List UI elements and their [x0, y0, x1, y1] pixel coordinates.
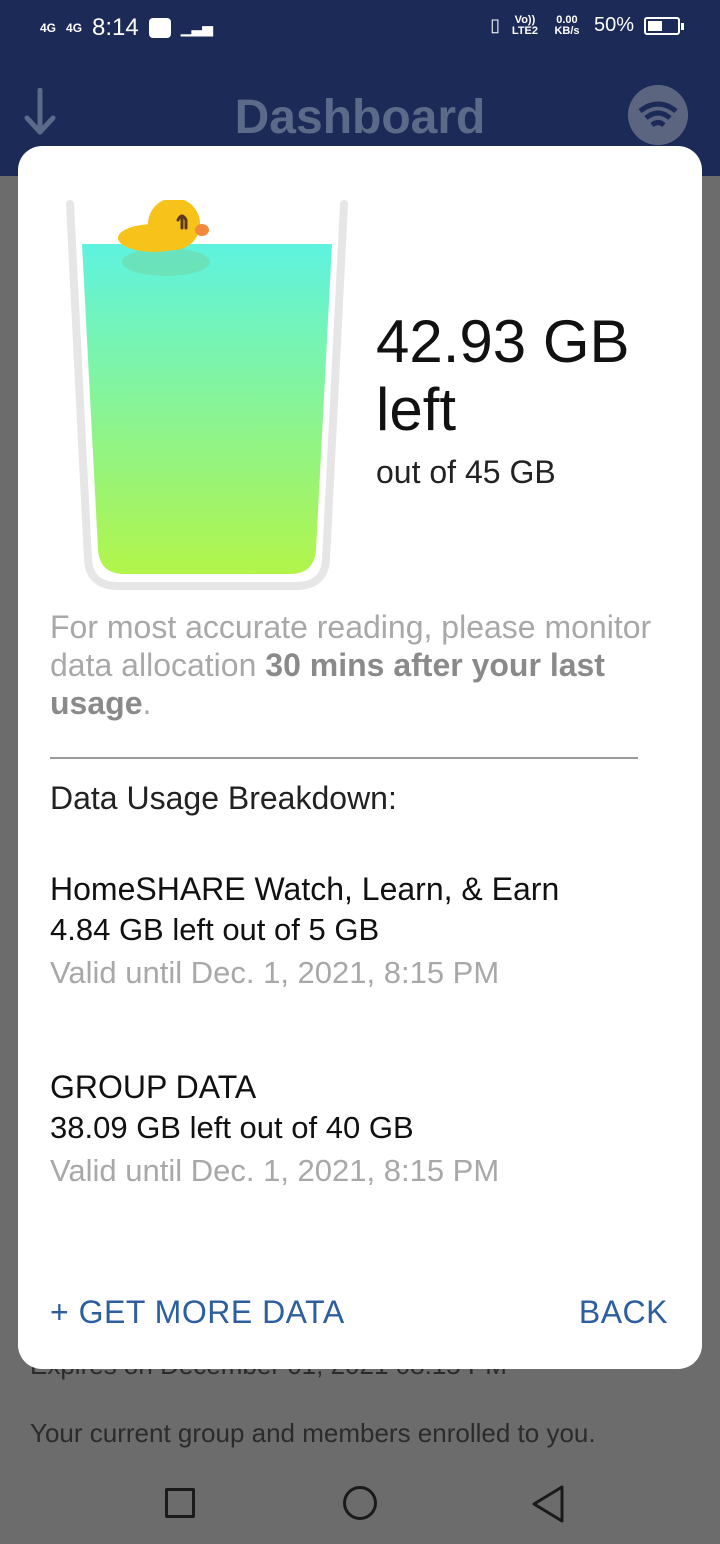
battery-percent: 50%	[593, 14, 634, 36]
data-usage-dialog: 42.93 GB left out of 45 GB For most accu…	[18, 146, 702, 1369]
volte-indicator: Vo)) LTE2	[511, 13, 538, 37]
battery-level	[648, 20, 662, 31]
home-button[interactable]	[343, 1486, 377, 1520]
note-space	[463, 647, 472, 683]
speed-indicator: 0.00 KB/s	[554, 13, 580, 37]
page-title: Dashboard	[234, 91, 486, 144]
plan-validity: Valid until Dec. 1, 2021, 8:15 PM	[50, 955, 500, 990]
group-description: Your current group and members enrolled …	[30, 1418, 596, 1448]
note-end: .	[142, 685, 152, 721]
network-2-indicator: 4G	[66, 21, 83, 35]
status-bar: 4G 4G 8:14 ▁▃▅ ▯ Vo)) LTE2 0.00 KB/s 50%	[0, 0, 720, 58]
signal-icon: ▁▃▅	[180, 19, 214, 36]
get-more-data-button[interactable]: + GET MORE DATA	[50, 1294, 345, 1331]
data-total: out of 45 GB	[376, 454, 556, 490]
plan-name: HomeSHARE Watch, Learn, & Earn	[50, 871, 560, 907]
duck-icon	[118, 200, 210, 276]
mail-icon	[148, 18, 171, 38]
network-1-indicator: 4G	[40, 21, 57, 35]
divider	[50, 757, 638, 759]
plan-usage: 4.84 GB left out of 5 GB	[50, 912, 380, 947]
breakdown-heading: Data Usage Breakdown:	[50, 780, 397, 816]
vibrate-icon: ▯	[490, 15, 500, 35]
plan-name: GROUP DATA	[50, 1069, 257, 1105]
data-glass-illustration	[66, 200, 348, 590]
wifi-settings-icon[interactable]	[628, 85, 688, 145]
plan-usage: 38.09 GB left out of 40 GB	[50, 1110, 414, 1145]
data-remaining: 42.93 GB left	[376, 308, 630, 443]
plan-item: GROUP DATA 38.09 GB left out of 40 GB Va…	[50, 1068, 590, 1194]
accuracy-note: For most accurate reading, please monito…	[50, 608, 660, 722]
back-button[interactable]: BACK	[579, 1294, 668, 1331]
status-right: ▯ Vo)) LTE2 0.00 KB/s 50%	[490, 13, 684, 37]
battery-icon	[644, 16, 684, 35]
plan-item: HomeSHARE Watch, Learn, & Earn 4.84 GB l…	[50, 870, 590, 996]
recents-button[interactable]	[165, 1488, 195, 1518]
clock: 8:14	[92, 14, 139, 41]
plan-validity: Valid until Dec. 1, 2021, 8:15 PM	[50, 1153, 500, 1188]
water-fill	[82, 244, 332, 574]
note-emphasis-1: 30 mins after	[265, 647, 463, 683]
status-left: 4G 4G 8:14 ▁▃▅	[40, 14, 213, 42]
back-nav-icon[interactable]	[530, 1484, 566, 1524]
navigation-bar	[0, 1456, 720, 1544]
